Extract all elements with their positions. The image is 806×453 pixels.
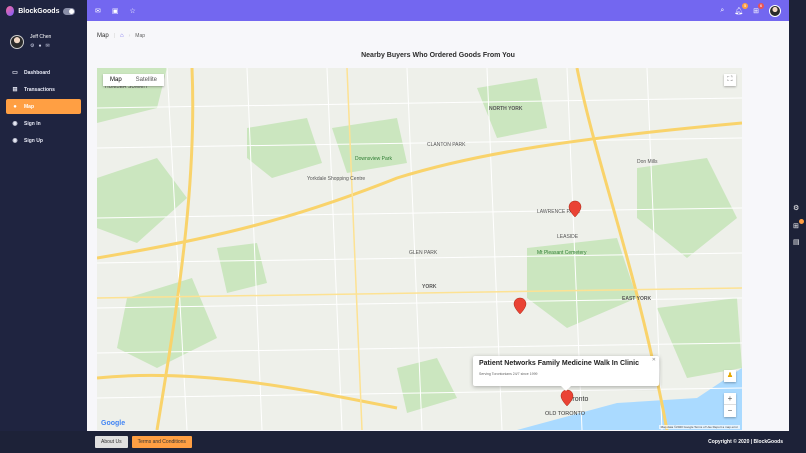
- park-area: [217, 243, 267, 293]
- user-profile: Jeff Chen ⚙ ● ✉: [0, 22, 87, 59]
- zoom-out-button[interactable]: −: [724, 405, 736, 417]
- buyer-marker: [513, 297, 527, 315]
- google-map[interactable]: NORTH YORK Downsview Park LAWRENCE PARK …: [97, 68, 742, 430]
- cart-button[interactable]: ⊞ 6: [753, 2, 764, 15]
- gear-icon[interactable]: ⚙: [793, 204, 799, 212]
- avatar[interactable]: [769, 4, 781, 17]
- close-icon[interactable]: ✕: [652, 357, 656, 363]
- sidebar-item-map[interactable]: ● Map: [6, 99, 81, 114]
- brand-name: BlockGoods: [18, 7, 60, 15]
- settings-icon[interactable]: ⚙: [30, 43, 34, 49]
- map-label: Don Mills: [637, 159, 658, 165]
- add-person-icon: ◉: [12, 138, 18, 144]
- google-logo: Google: [101, 420, 126, 427]
- star-icon[interactable]: ☆: [130, 7, 136, 15]
- map-label: LEASIDE: [557, 234, 579, 240]
- cart-badge-dot: [799, 219, 804, 224]
- sidebar-toggle[interactable]: [63, 7, 75, 15]
- park-area: [97, 158, 187, 243]
- logo-icon: [6, 6, 15, 16]
- avatar[interactable]: [10, 34, 24, 49]
- map-label: EAST YORK: [622, 296, 651, 302]
- buyer-marker: [560, 389, 574, 407]
- map-label: Downsview Park: [355, 156, 392, 162]
- home-icon: ▭: [12, 70, 18, 76]
- cart-badge: 6: [758, 2, 764, 9]
- calendar-icon[interactable]: ▣: [112, 7, 119, 15]
- chat-icon[interactable]: ▤: [793, 238, 800, 246]
- notification-bell[interactable]: 🔔︎ 5: [734, 2, 749, 15]
- chevron-right-icon: ›: [128, 33, 131, 39]
- map-label: Mt Pleasant Cemetery: [537, 250, 587, 256]
- map-label: Yorkdale Shopping Centre: [307, 176, 365, 182]
- zoom-control: + −: [724, 393, 736, 417]
- home-icon[interactable]: ⌂: [120, 33, 124, 39]
- map-label: CLANTON PARK: [427, 142, 466, 148]
- zoom-in-button[interactable]: +: [724, 393, 736, 405]
- brand: BlockGoods: [0, 0, 87, 22]
- gardiner-highway: [97, 373, 398, 410]
- yonge-street: [346, 68, 363, 430]
- sidebar-item-label: Transactions: [24, 86, 55, 93]
- sidebar-item-dashboard[interactable]: ▭ Dashboard: [6, 65, 81, 80]
- sidebar-item-label: Dashboard: [24, 69, 51, 76]
- fullscreen-icon[interactable]: ⛶: [724, 74, 736, 86]
- park-area: [332, 118, 407, 173]
- sidebar-item-label: Sign Up: [24, 137, 43, 144]
- search-icon[interactable]: ⌕: [720, 7, 724, 15]
- park-area: [117, 278, 217, 368]
- map-pin-icon: ●: [13, 103, 17, 110]
- street-view-icon[interactable]: ♟: [724, 370, 736, 382]
- user-name: Jeff Chen: [30, 34, 52, 40]
- sidebar-item-label: Sign In: [24, 120, 41, 127]
- sidebar: BlockGoods Jeff Chen ⚙ ● ✉ ▭ Dashboard ⊞…: [0, 0, 87, 431]
- cart-icon[interactable]: ⊞: [793, 222, 799, 230]
- mail-icon[interactable]: ✉: [95, 7, 101, 15]
- breadcrumb-current: Map: [135, 33, 146, 39]
- map-label: OLD TORONTO: [545, 411, 586, 417]
- map-label: NORTH YORK: [489, 106, 523, 112]
- bell-icon: 🔔︎: [734, 7, 744, 15]
- terms-button[interactable]: Terms and Conditions: [131, 436, 192, 448]
- breadcrumb: Map | ⌂ › Map: [97, 33, 145, 39]
- topbar: ✉ ▣ ☆ ⌕ 🔔︎ 5 ⊞ 6: [87, 0, 789, 21]
- person-icon: ◉: [12, 121, 18, 127]
- info-window: Patient Networks Family Medicine Walk In…: [473, 356, 659, 391]
- sidebar-item-sign-up[interactable]: ◉ Sign Up: [6, 133, 81, 148]
- info-window-subtitle: Serving Torontonians 24/7 since 1999: [479, 372, 538, 376]
- sidebar-item-sign-in[interactable]: ◉ Sign In: [6, 116, 81, 131]
- street: [326, 68, 343, 430]
- footer: About Us Terms and Conditions Copyright …: [87, 431, 789, 453]
- sidebar-nav: ▭ Dashboard ⊞ Transactions ● Map ◉ Sign …: [0, 65, 87, 148]
- map-label: GLEN PARK: [409, 250, 438, 256]
- breadcrumb-divider: |: [113, 33, 115, 39]
- breadcrumb-title: Map: [97, 33, 109, 39]
- about-us-button[interactable]: About Us: [95, 436, 128, 448]
- page-title: Nearby Buyers Who Ordered Goods From You: [361, 52, 515, 59]
- info-window-title: Patient Networks Family Medicine Walk In…: [479, 360, 640, 367]
- sidebar-item-label: Map: [24, 103, 34, 110]
- cart-icon: ⊞: [753, 7, 759, 15]
- right-rail: ⚙ ⊞ ▤: [789, 0, 806, 453]
- map-type-map[interactable]: Map: [103, 74, 129, 86]
- map-type-satellite[interactable]: Satellite: [129, 74, 164, 86]
- main-content: Map | ⌂ › Map Nearby Buyers Who Ordered …: [87, 21, 789, 431]
- cart-icon: ⊞: [12, 87, 18, 93]
- park-area: [657, 298, 742, 378]
- map-attribution[interactable]: Map data ©2020 Google Terms of Use Repor…: [658, 425, 740, 429]
- mail-icon[interactable]: ✉: [46, 43, 50, 49]
- sidebar-item-transactions[interactable]: ⊞ Transactions: [6, 82, 81, 97]
- notification-badge: 5: [742, 2, 749, 9]
- park-area: [247, 118, 322, 178]
- map-label: YORK: [422, 284, 437, 290]
- copyright: Copyright © 2020 | BlockGoods: [708, 439, 783, 445]
- park-area: [397, 358, 457, 413]
- map-type-control: Map Satellite: [103, 74, 165, 86]
- person-icon[interactable]: ●: [38, 43, 41, 49]
- street: [97, 137, 742, 149]
